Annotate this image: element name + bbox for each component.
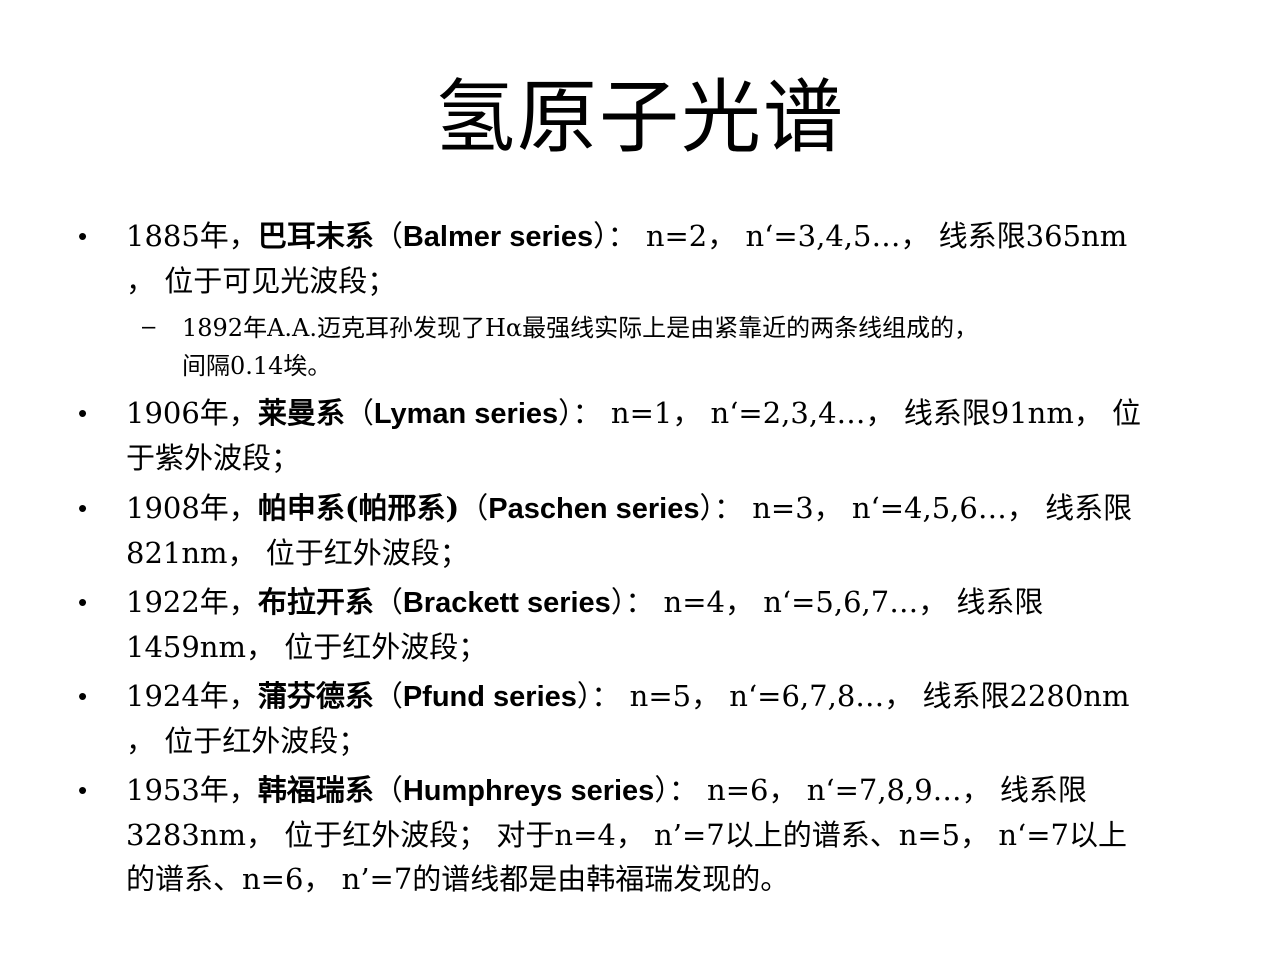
series-details: ： n=2， n‘=3,4,5…， 线系限365nm — [607, 219, 1128, 253]
bullet-marker: • — [78, 398, 88, 428]
bullet-marker: • — [78, 221, 88, 251]
series-name-en: Humphreys series — [402, 775, 655, 807]
open-paren: （ — [344, 396, 374, 430]
year-text: 1924年， — [126, 679, 258, 713]
bullet-marker: • — [78, 493, 88, 523]
bullet-marker: • — [78, 587, 88, 617]
bullet-item-lyman: • 1906年，莱曼系（Lyman series）： n=1， n‘=2,3,4… — [78, 391, 1208, 480]
bullet-item-balmer: • 1885年，巴耳末系（Balmer series）： n=2， n‘=3,4… — [78, 214, 1208, 303]
sub-bullet-michelson: – 1892年A.A.迈克耳孙发现了Hα最强线实际上是由紧靠近的两条线组成的， … — [142, 309, 1202, 385]
series-name-cn: 韩福瑞系 — [257, 773, 374, 807]
sub-bullet-marker: – — [142, 313, 156, 340]
year-text: 1922年， — [126, 585, 258, 619]
bullet-line: 1885年，巴耳末系（Balmer series）： n=2， n‘=3,4,5… — [126, 214, 1208, 259]
bullet-line-continuation: ， 位于可见光波段； — [126, 264, 397, 298]
bullet-list: • 1885年，巴耳末系（Balmer series）： n=2， n‘=3,4… — [0, 0, 1280, 960]
series-name-cn: 布拉开系 — [257, 585, 374, 619]
year-text: 1906年， — [126, 396, 258, 430]
bullet-line-continuation: 3283nm， 位于红外波段； 对于n=4， n’=7以上的谱系、n=5， n‘… — [126, 818, 1127, 852]
close-paren: ） — [610, 585, 626, 619]
bullet-item-paschen: • 1908年，帕申系(帕邢系)（Paschen series）： n=3， n… — [78, 486, 1208, 575]
close-paren: ） — [699, 491, 714, 525]
year-text: 1908年， — [126, 491, 258, 525]
bullet-line-continuation: 于紫外波段； — [126, 441, 301, 475]
series-name-en: Pfund series — [402, 681, 577, 713]
open-paren: （ — [459, 491, 489, 525]
bullet-line-continuation: ， 位于红外波段； — [126, 724, 368, 758]
bullet-line: 1922年，布拉开系（Brackett series）： n=4， n‘=5,6… — [126, 580, 1208, 625]
open-paren: （ — [373, 585, 403, 619]
series-name-en: Balmer series — [402, 221, 594, 253]
series-name-cn: 帕申系(帕邢系) — [257, 491, 460, 525]
year-text: 1885年， — [126, 219, 258, 253]
open-paren: （ — [373, 679, 403, 713]
series-details: ： n=6， n‘=7,8,9…， 线系限 — [668, 773, 1087, 807]
open-paren: （ — [373, 219, 403, 253]
year-text: 1953年， — [126, 773, 258, 807]
bullet-line: 1908年，帕申系(帕邢系)（Paschen series）： n=3， n‘=… — [126, 486, 1208, 531]
series-name-en: Paschen series — [488, 493, 700, 525]
bullet-line: 1906年，莱曼系（Lyman series）： n=1， n‘=2,3,4…，… — [126, 391, 1208, 436]
close-paren: ） — [558, 396, 573, 430]
bullet-line-continuation: 821nm， 位于红外波段； — [126, 536, 469, 570]
sub-bullet-line-continuation: 间隔0.14埃。 — [182, 352, 332, 380]
open-paren: （ — [373, 773, 403, 807]
bullet-line-continuation: 1459nm， 位于红外波段； — [126, 630, 488, 664]
series-details: ： n=4， n‘=5,6,7…， 线系限 — [625, 585, 1044, 619]
series-details: ： n=1， n‘=2,3,4…， 线系限91nm， 位 — [572, 396, 1142, 430]
series-name-cn: 莱曼系 — [257, 396, 345, 430]
close-paren: ） — [654, 773, 669, 807]
bullet-line-continuation: 的谱系、n=6， n’=7的谱线都是由韩福瑞发现的。 — [126, 862, 790, 896]
bullet-line: 1953年，韩福瑞系（Humphreys series）： n=6， n‘=7,… — [126, 768, 1208, 813]
bullet-item-humphreys: • 1953年，韩福瑞系（Humphreys series）： n=6， n‘=… — [78, 768, 1208, 901]
close-paren: ） — [593, 219, 608, 253]
series-name-en: Lyman series — [373, 398, 559, 430]
bullet-item-brackett: • 1922年，布拉开系（Brackett series）： n=4， n‘=5… — [78, 580, 1208, 669]
bullet-marker: • — [78, 681, 88, 711]
close-paren: ） — [576, 679, 592, 713]
series-name-cn: 蒲芬德系 — [257, 679, 374, 713]
bullet-line: 1924年，蒲芬德系（Pfund series）： n=5， n‘=6,7,8…… — [126, 674, 1208, 719]
bullet-marker: • — [78, 775, 88, 805]
series-name-cn: 巴耳末系 — [257, 219, 374, 253]
series-name-en: Brackett series — [402, 587, 611, 619]
sub-bullet-line: 1892年A.A.迈克耳孙发现了Hα最强线实际上是由紧靠近的两条线组成的， — [182, 314, 979, 342]
series-details: ： n=5， n‘=6,7,8…， 线系限2280nm — [591, 679, 1130, 713]
series-details: ： n=3， n‘=4,5,6…， 线系限 — [714, 491, 1133, 525]
bullet-item-pfund: • 1924年，蒲芬德系（Pfund series）： n=5， n‘=6,7,… — [78, 674, 1208, 763]
